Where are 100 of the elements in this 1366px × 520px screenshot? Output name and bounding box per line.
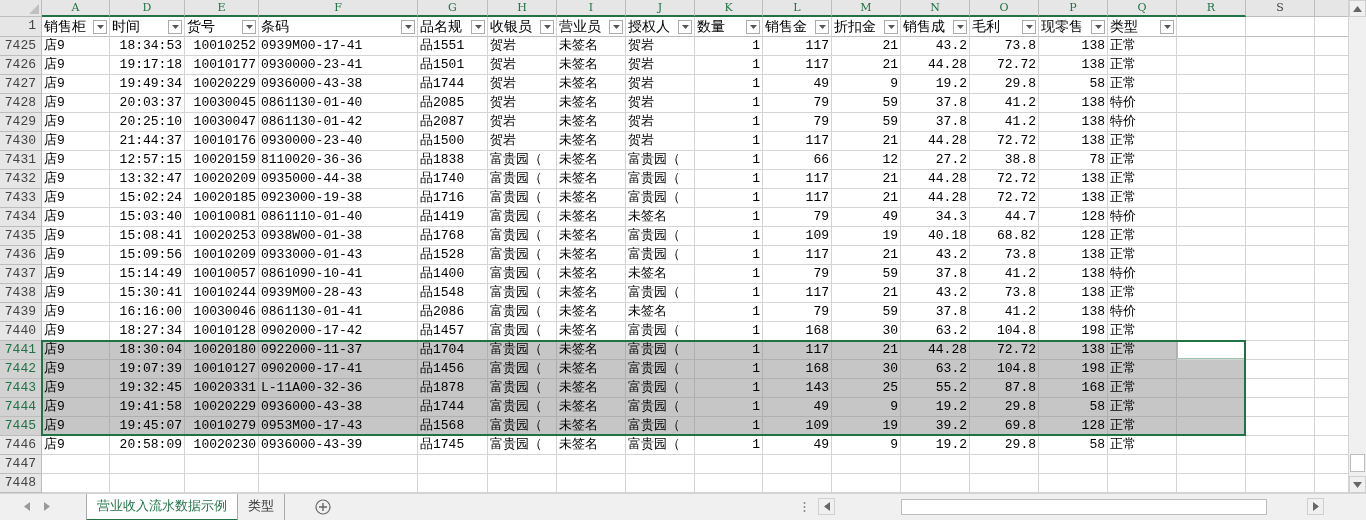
table-cell: 1 [695,303,763,322]
table-cell: 1 [695,189,763,208]
table-cell: 66 [763,151,832,170]
table-cell: 37.8 [901,303,970,322]
table-cell: 21:44:37 [110,132,185,151]
filter-dropdown-button[interactable] [1160,19,1174,34]
column-letter[interactable]: J [626,0,695,17]
table-cell: 19:07:39 [110,360,185,379]
filter-dropdown-button[interactable] [1091,19,1105,34]
table-cell: 1 [695,265,763,284]
row-number[interactable]: 7443 [0,379,42,398]
column-letter[interactable]: M [832,0,901,17]
column-letter[interactable]: L [763,0,832,17]
scroll-down-button[interactable] [1349,476,1366,493]
row-number[interactable]: 7432 [0,170,42,189]
table-cell: 19:17:18 [110,56,185,75]
column-letter[interactable]: R [1177,0,1246,17]
add-sheet-icon[interactable] [315,499,331,515]
table-cell: 138 [1039,189,1108,208]
table-cell: 34.3 [901,208,970,227]
table-cell [1246,170,1315,189]
row-number[interactable]: 7446 [0,436,42,455]
table-cell: 143 [763,379,832,398]
caret-icon [818,24,826,29]
filter-dropdown-button[interactable] [540,19,554,34]
filter-dropdown-button[interactable] [93,19,107,34]
table-cell: 富贵园（ [488,436,557,455]
row-number[interactable]: 7447 [0,455,42,474]
table-cell: 44.7 [970,208,1039,227]
column-letter[interactable]: E [185,0,259,17]
column-letter[interactable]: H [488,0,557,17]
row-number[interactable]: 7427 [0,75,42,94]
column-letter[interactable]: F [259,0,418,17]
sheet-tab[interactable]: 类型 [238,494,285,520]
table-cell: 79 [763,94,832,113]
column-letter[interactable]: P [1039,0,1108,17]
row-number[interactable]: 7428 [0,94,42,113]
column-letter[interactable]: N [901,0,970,17]
column-letter[interactable]: A [42,0,110,17]
table-cell [42,455,110,474]
table-cell: 品1528 [418,246,488,265]
filter-dropdown-button[interactable] [471,19,485,34]
column-letter[interactable]: D [110,0,185,17]
scroll-up-button[interactable] [1349,0,1366,17]
filter-dropdown-button[interactable] [401,19,415,34]
row-number[interactable]: 7433 [0,189,42,208]
table-cell: 0861090-10-41 [259,265,418,284]
table-cell: 0923000-19-38 [259,189,418,208]
column-letter[interactable]: Q [1108,0,1177,17]
row-number[interactable]: 7439 [0,303,42,322]
row-number[interactable]: 7442 [0,360,42,379]
table-cell: 店9 [42,436,110,455]
table-cell: 贺岩 [626,94,695,113]
table-cell: 1 [695,322,763,341]
filter-dropdown-button[interactable] [678,19,692,34]
scrollbar-thumb[interactable] [1350,454,1365,472]
table-cell: 未签名 [557,265,626,284]
table-cell: 21 [832,189,901,208]
row-number[interactable]: 7430 [0,132,42,151]
scroll-left-button[interactable] [818,498,835,515]
row-number[interactable]: 7429 [0,113,42,132]
column-letter[interactable]: I [557,0,626,17]
table-cell: 138 [1039,132,1108,151]
filter-dropdown-button[interactable] [953,19,967,34]
table-cell: 品1740 [418,170,488,189]
row-number[interactable]: 7436 [0,246,42,265]
row-number[interactable]: 7434 [0,208,42,227]
filter-dropdown-button[interactable] [746,19,760,34]
sheet-tab[interactable]: 营业收入流水数据示例 [86,494,238,520]
row-number[interactable]: 7435 [0,227,42,246]
filter-dropdown-button[interactable] [242,19,256,34]
row-number[interactable]: 7437 [0,265,42,284]
column-header: 销售金 [765,17,807,36]
row-number[interactable]: 7444 [0,398,42,417]
row-number[interactable]: 7425 [0,37,42,56]
column-letter[interactable]: K [695,0,763,17]
filter-dropdown-button[interactable] [168,19,182,34]
column-letter[interactable]: O [970,0,1039,17]
filter-dropdown-button[interactable] [815,19,829,34]
row-number[interactable]: 7431 [0,151,42,170]
table-cell: 品1551 [418,37,488,56]
filter-dropdown-button[interactable] [609,19,623,34]
filter-dropdown-button[interactable] [884,19,898,34]
scroll-right-button[interactable] [1307,498,1324,515]
column-letter[interactable]: G [418,0,488,17]
row-number[interactable]: 7426 [0,56,42,75]
table-cell: 店9 [42,246,110,265]
column-header: 营业员 [559,17,601,36]
row-number[interactable]: 7440 [0,322,42,341]
scrollbar-thumb[interactable] [901,499,1267,515]
filter-dropdown-button[interactable] [1022,19,1036,34]
row-number[interactable]: 7441 [0,341,42,360]
row-number[interactable]: 7445 [0,417,42,436]
row-number[interactable]: 7448 [0,474,42,493]
table-cell: 73.8 [970,284,1039,303]
table-cell: 10020229 [185,398,259,417]
column-letter[interactable]: S [1246,0,1315,17]
row-number[interactable]: 7438 [0,284,42,303]
splitter-handle-icon[interactable] [803,501,806,513]
table-cell: 21 [832,37,901,56]
